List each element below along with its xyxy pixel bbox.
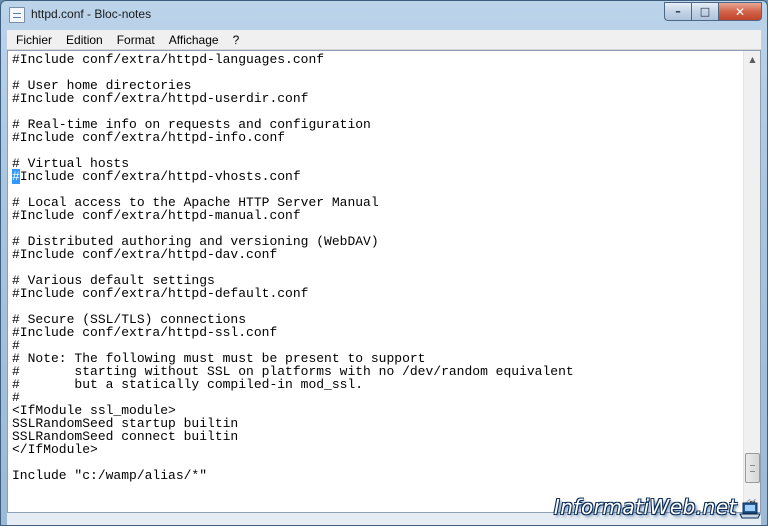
watermark: InformatiWeb.net (553, 495, 737, 519)
menu-help[interactable]: ? (228, 33, 245, 47)
text-line: #Include conf/extra/httpd-languages.conf (12, 53, 325, 67)
menu-bar: Fichier Edition Format Affichage ? (7, 30, 761, 50)
text-line: #Include conf/extra/httpd-manual.conf (12, 208, 301, 223)
menu-affichage[interactable]: Affichage (164, 33, 224, 47)
editor-text-area[interactable]: #Include conf/extra/httpd-languages.conf… (12, 53, 740, 509)
window-controls: – □ ✕ (664, 2, 762, 21)
title-bar[interactable]: httpd.conf - Bloc-notes – □ ✕ (1, 1, 767, 29)
text-line: #Include conf/extra/httpd-dav.conf (12, 247, 278, 262)
notepad-icon[interactable] (9, 7, 25, 23)
text-line: #Include conf/extra/httpd-info.conf (12, 130, 286, 145)
text-line: #Include conf/extra/httpd-ssl.conf (12, 325, 278, 340)
scrollbar-thumb[interactable] (745, 453, 760, 484)
text-line: SSLRandomSeed connect builtin (12, 429, 239, 444)
minimize-button[interactable]: – (664, 2, 691, 21)
maximize-button[interactable]: □ (691, 2, 718, 21)
scroll-up-arrow-icon[interactable]: ▲ (744, 51, 761, 68)
menu-fichier[interactable]: Fichier (11, 33, 57, 47)
vertical-scrollbar[interactable]: ▲ ▼ (743, 51, 760, 512)
menu-format[interactable]: Format (112, 33, 160, 47)
text-editor[interactable]: #Include conf/extra/httpd-languages.conf… (7, 50, 761, 513)
text-line: #Include conf/extra/httpd-userdir.conf (12, 91, 309, 106)
notepad-window: httpd.conf - Bloc-notes – □ ✕ Fichier Ed… (0, 0, 768, 526)
text-line: # but a statically compiled-in mod_ssl. (12, 377, 364, 392)
text-selection: # (12, 169, 20, 184)
close-button[interactable]: ✕ (718, 2, 762, 21)
text-line: #Include conf/extra/httpd-vhosts.conf (12, 169, 740, 184)
text-line: #Include conf/extra/httpd-default.conf (12, 286, 309, 301)
text-line: Include "c:/wamp/alias/*" (12, 468, 208, 483)
menu-edition[interactable]: Edition (61, 33, 108, 47)
text-line-rest: Include conf/extra/httpd-vhosts.conf (19, 169, 301, 184)
text-line: </IfModule> (12, 442, 98, 457)
window-title: httpd.conf - Bloc-notes (31, 7, 152, 21)
laptop-logo-icon (739, 502, 761, 519)
